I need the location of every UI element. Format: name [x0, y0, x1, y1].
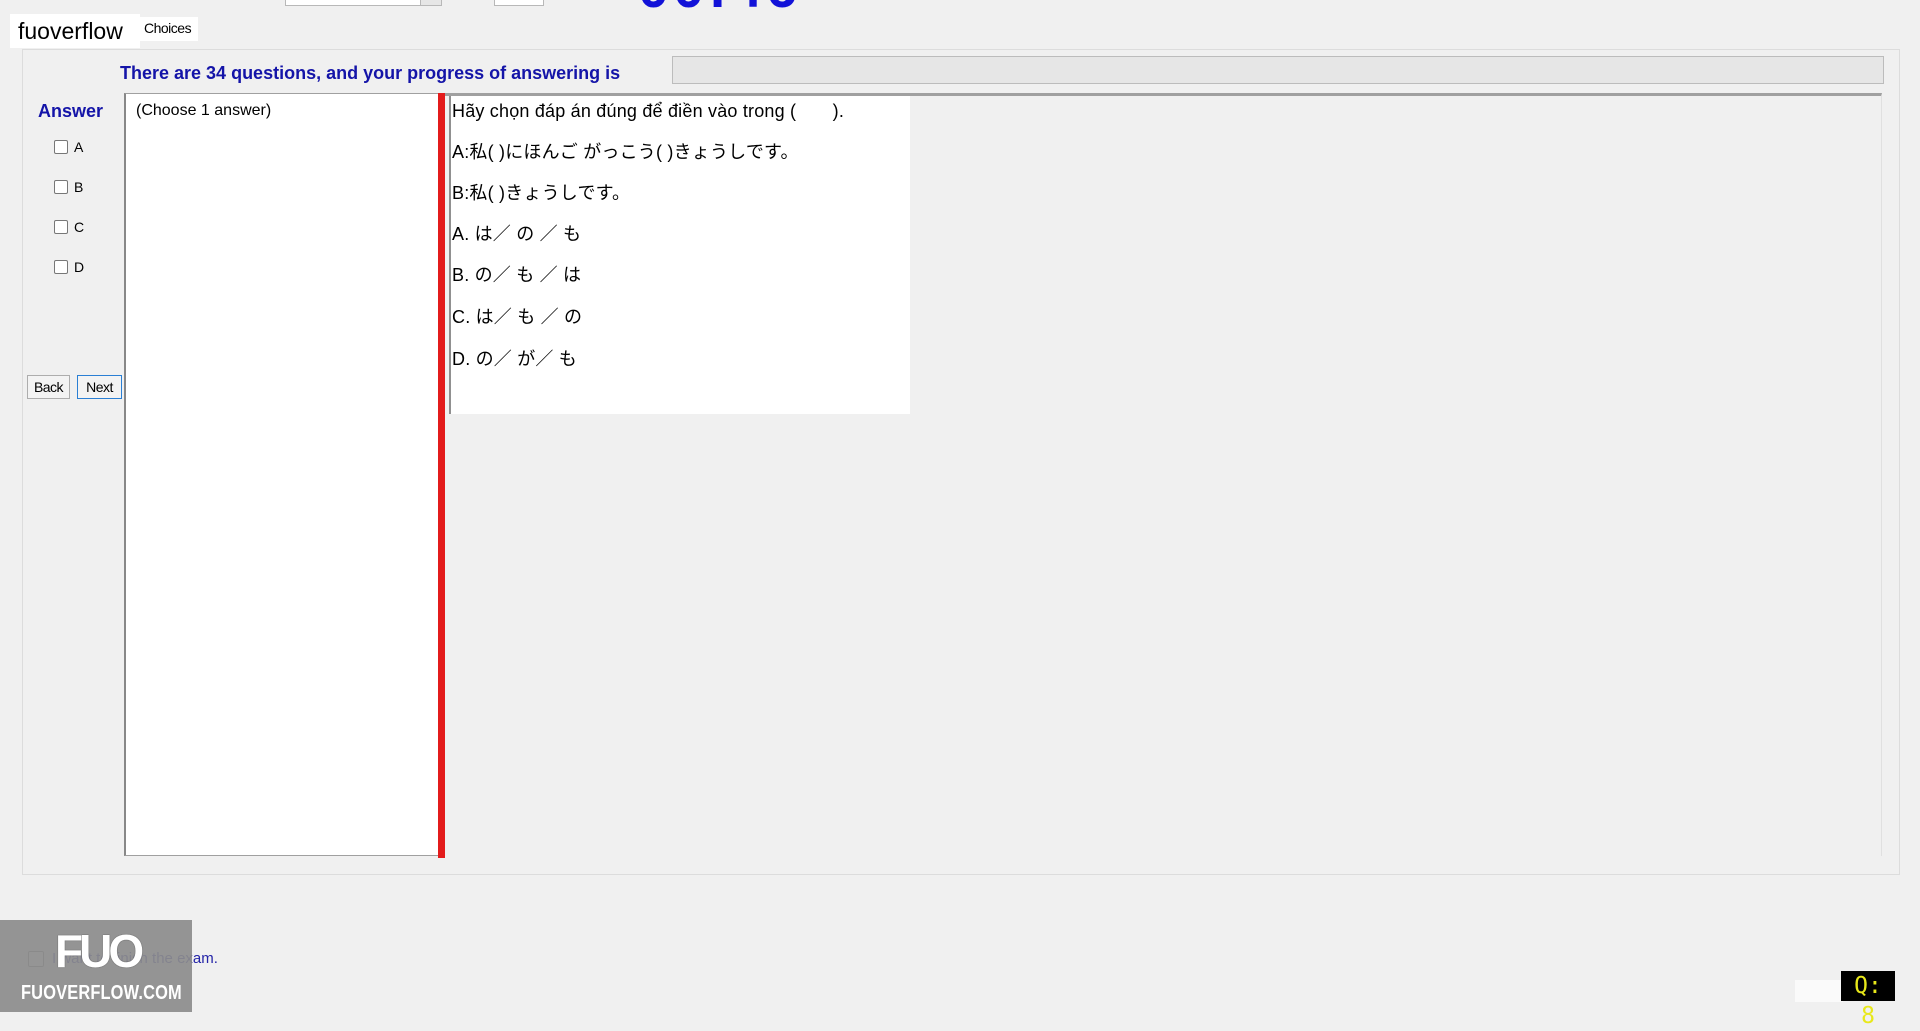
question-number-badge: Q: 8 — [1841, 971, 1895, 1029]
answer-option-a[interactable]: A — [54, 139, 83, 155]
choice-hint: (Choose 1 answer) — [136, 102, 272, 119]
exam-code-combobox[interactable] — [285, 0, 442, 6]
logo-mark: FUO — [55, 925, 144, 977]
font-size-field[interactable] — [494, 0, 544, 6]
answer-option-c[interactable]: C — [54, 219, 84, 235]
badge-backdrop — [1795, 980, 1843, 1002]
question-choice-c: C. は／ も ／ の — [452, 307, 583, 327]
answer-option-d[interactable]: D — [54, 259, 84, 275]
answer-option-label: C — [74, 219, 85, 235]
back-button[interactable]: Back — [27, 375, 70, 399]
brand-tab: fuoverflow — [10, 14, 140, 48]
question-choice-d: D. の／ が／ も — [452, 349, 578, 369]
answer-option-label: D — [74, 259, 85, 275]
question-instruction: Hãy chọn đáp án đúng để điền vào trong (… — [452, 101, 845, 121]
progress-bar — [672, 56, 1884, 84]
question-choice-b: B. の／ も ／ は — [452, 265, 582, 285]
progress-label: There are 34 questions, and your progres… — [120, 63, 621, 83]
tab-choices[interactable]: Choices — [140, 17, 198, 41]
checkbox[interactable] — [54, 220, 68, 234]
next-button[interactable]: Next — [77, 375, 122, 399]
answer-option-label: B — [74, 179, 84, 195]
question-line-b: B:私( )きょうしです。 — [452, 183, 631, 203]
answer-title: Answer — [38, 101, 104, 121]
countdown-timer: 00:46 — [638, 0, 801, 16]
choice-panel: (Choose 1 answer) — [124, 93, 440, 856]
checkbox[interactable] — [54, 140, 68, 154]
answer-option-label: A — [74, 139, 84, 155]
checkbox[interactable] — [54, 180, 68, 194]
question-line-a: A:私( )にほんご がっこう( )きょうしです。 — [452, 142, 799, 162]
checkbox[interactable] — [54, 260, 68, 274]
combobox-dropdown-button[interactable] — [420, 0, 442, 6]
question-choice-a: A. は／ の ／ も — [452, 224, 582, 244]
answer-option-b[interactable]: B — [54, 179, 83, 195]
panel-splitter[interactable] — [438, 93, 445, 858]
logo-text: FUOVERFLOW.COM — [21, 982, 182, 1004]
